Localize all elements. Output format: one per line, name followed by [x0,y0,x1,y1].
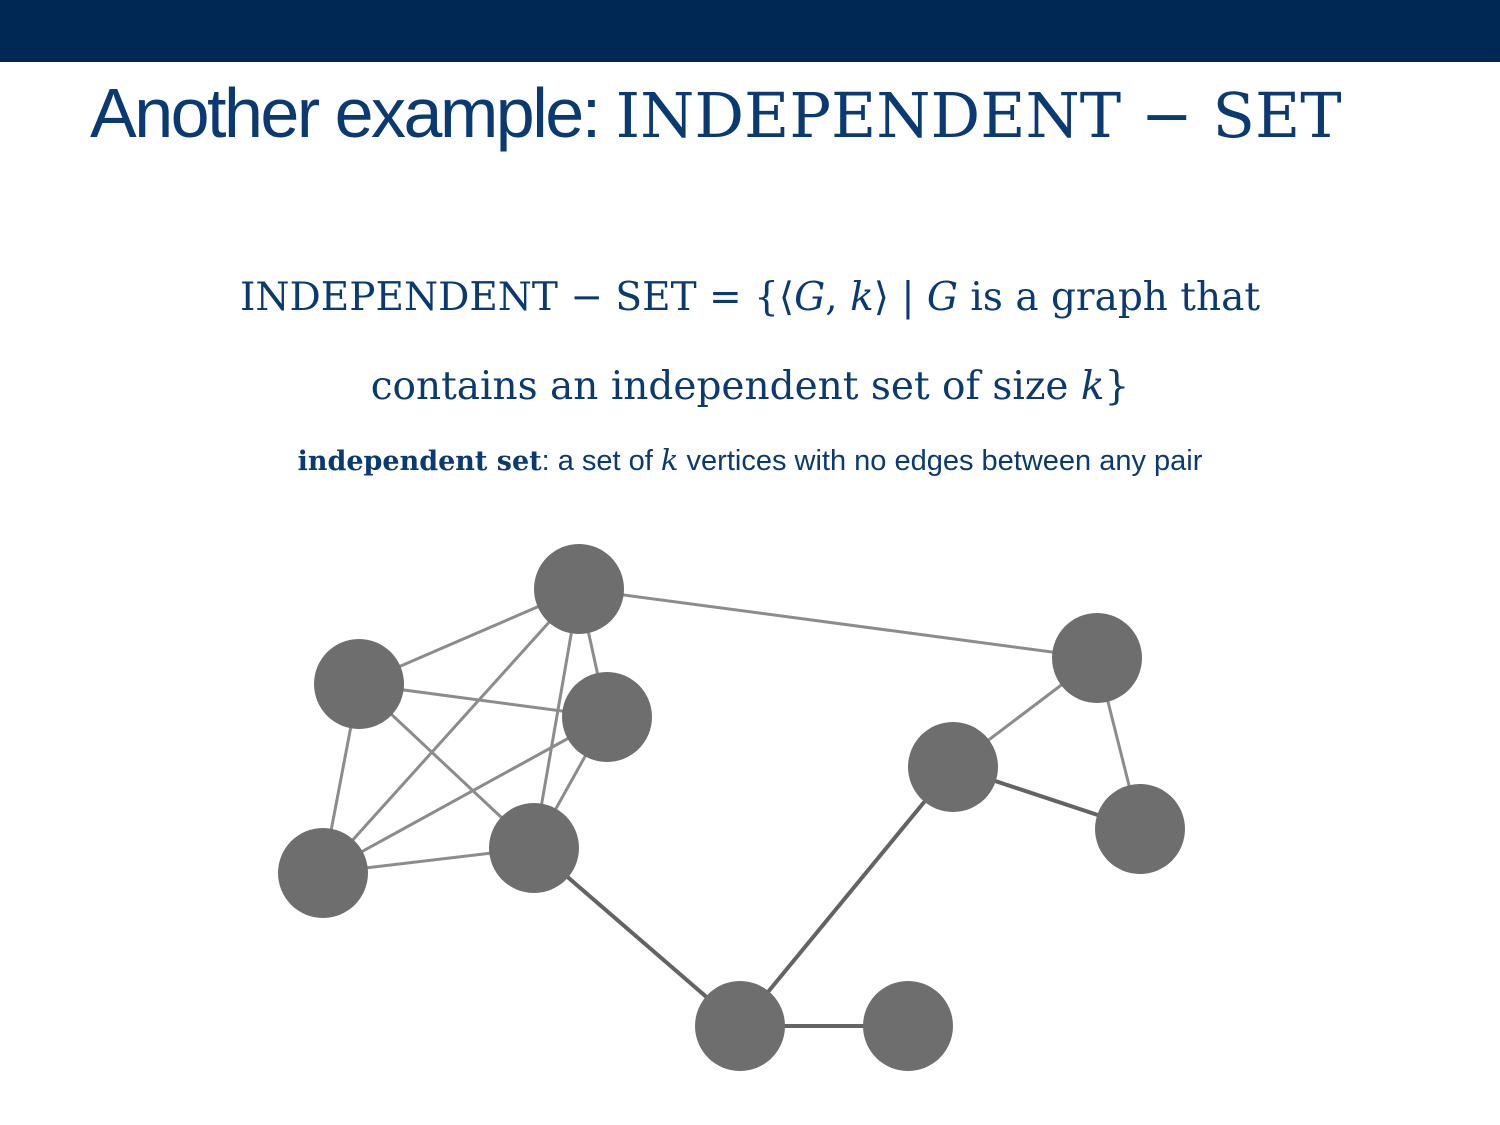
graph-vertex [1095,784,1185,874]
graph-vertex [489,803,579,893]
graph-diagram [278,544,1185,1071]
graph-vertex [562,672,652,762]
graph-vertex [863,981,953,1071]
graph-edge [578,587,1098,660]
graph-vertex [908,722,998,812]
graph-vertex [695,981,785,1071]
graph-edges [321,587,1142,1028]
graph-vertices [278,544,1185,1071]
graph-vertex [534,544,624,634]
graph-vertex [1052,613,1142,703]
graph-vertex [314,639,404,729]
graph-vertex [278,828,368,918]
